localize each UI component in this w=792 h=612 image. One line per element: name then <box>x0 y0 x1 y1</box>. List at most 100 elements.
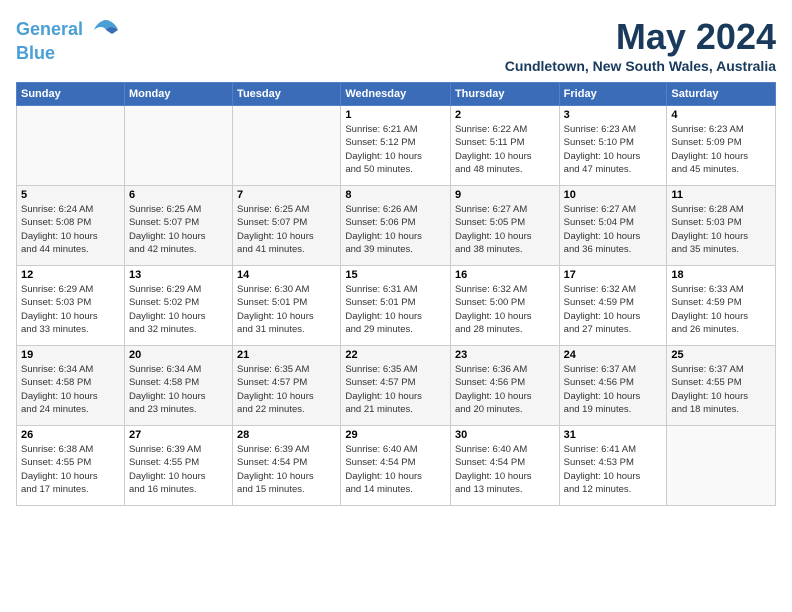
day-number: 7 <box>237 189 336 201</box>
day-number: 9 <box>455 189 555 201</box>
logo-bird-icon <box>92 16 120 44</box>
day-number: 23 <box>455 349 555 361</box>
header-row: SundayMondayTuesdayWednesdayThursdayFrid… <box>17 83 776 106</box>
day-number: 24 <box>564 349 663 361</box>
calendar-cell: 21Sunrise: 6:35 AMSunset: 4:57 PMDayligh… <box>233 346 341 426</box>
day-info: Sunrise: 6:24 AMSunset: 5:08 PMDaylight:… <box>21 203 120 256</box>
day-number: 5 <box>21 189 120 201</box>
day-info: Sunrise: 6:28 AMSunset: 5:03 PMDaylight:… <box>671 203 771 256</box>
day-number: 19 <box>21 349 120 361</box>
day-info: Sunrise: 6:29 AMSunset: 5:02 PMDaylight:… <box>129 283 228 336</box>
day-number: 2 <box>455 109 555 121</box>
calendar-cell <box>17 106 125 186</box>
day-info: Sunrise: 6:40 AMSunset: 4:54 PMDaylight:… <box>345 443 446 496</box>
header-day-saturday: Saturday <box>667 83 776 106</box>
day-number: 14 <box>237 269 336 281</box>
day-info: Sunrise: 6:34 AMSunset: 4:58 PMDaylight:… <box>129 363 228 416</box>
calendar-cell: 16Sunrise: 6:32 AMSunset: 5:00 PMDayligh… <box>450 266 559 346</box>
calendar-cell: 27 Sunrise: 6:39 AMSunset: 4:55 PMDayligh… <box>124 426 232 506</box>
day-info: Sunrise: 6:30 AMSunset: 5:01 PMDaylight:… <box>237 283 336 336</box>
calendar-cell: 30Sunrise: 6:40 AMSunset: 4:54 PMDayligh… <box>450 426 559 506</box>
header-day-wednesday: Wednesday <box>341 83 451 106</box>
title-area: May 2024 Cundletown, New South Wales, Au… <box>505 16 776 74</box>
day-number: 10 <box>564 189 663 201</box>
location-title: Cundletown, New South Wales, Australia <box>505 58 776 74</box>
calendar-cell: 19Sunrise: 6:34 AMSunset: 4:58 PMDayligh… <box>17 346 125 426</box>
header-day-tuesday: Tuesday <box>233 83 341 106</box>
calendar-cell: 25Sunrise: 6:37 AMSunset: 4:55 PMDayligh… <box>667 346 776 426</box>
day-info: Sunrise: 6:31 AMSunset: 5:01 PMDaylight:… <box>345 283 446 336</box>
week-row-5: 26 Sunrise: 6:38 AMSunset: 4:55 PMDayligh… <box>17 426 776 506</box>
day-number: 17 <box>564 269 663 281</box>
calendar-table: SundayMondayTuesdayWednesdayThursdayFrid… <box>16 82 776 506</box>
day-number: 25 <box>671 349 771 361</box>
day-number: 13 <box>129 269 228 281</box>
day-info: Sunrise: 6:36 AMSunset: 4:56 PMDaylight:… <box>455 363 555 416</box>
day-info: Sunrise: 6:32 AMSunset: 4:59 PMDaylight:… <box>564 283 663 336</box>
week-row-3: 12Sunrise: 6:29 AMSunset: 5:03 PMDayligh… <box>17 266 776 346</box>
week-row-2: 5 Sunrise: 6:24 AMSunset: 5:08 PMDaylight… <box>17 186 776 266</box>
logo: General Blue <box>16 16 120 64</box>
week-row-4: 19 Sunrise: 6:34 AMSunset: 4:58 PMDayligh… <box>17 346 776 426</box>
header-day-thursday: Thursday <box>450 83 559 106</box>
day-info: Sunrise: 6:23 AMSunset: 5:10 PMDaylight:… <box>564 123 663 176</box>
calendar-cell <box>667 426 776 506</box>
day-number: 30 <box>455 429 555 441</box>
day-info: Sunrise: 6:26 AMSunset: 5:06 PMDaylight:… <box>345 203 446 256</box>
day-info: Sunrise: 6:38 AMSunset: 4:55 PMDaylight:… <box>21 443 120 496</box>
day-number: 12 <box>21 269 120 281</box>
calendar-cell: 18 Sunrise: 6:33 AMSunset: 4:59 PMDayligh… <box>667 266 776 346</box>
day-info: Sunrise: 6:39 AMSunset: 4:55 PMDaylight:… <box>129 443 228 496</box>
day-number: 20 <box>129 349 228 361</box>
calendar-cell: 17 Sunrise: 6:32 AMSunset: 4:59 PMDayligh… <box>559 266 667 346</box>
calendar-cell: 2Sunrise: 6:22 AMSunset: 5:11 PMDaylight… <box>450 106 559 186</box>
calendar-cell: 24Sunrise: 6:37 AMSunset: 4:56 PMDayligh… <box>559 346 667 426</box>
day-number: 29 <box>345 429 446 441</box>
day-info: Sunrise: 6:39 AMSunset: 4:54 PMDaylight:… <box>237 443 336 496</box>
day-info: Sunrise: 6:35 AMSunset: 4:57 PMDaylight:… <box>345 363 446 416</box>
day-number: 1 <box>345 109 446 121</box>
calendar-cell: 6 Sunrise: 6:25 AMSunset: 5:07 PMDaylight… <box>124 186 232 266</box>
calendar-cell: 8Sunrise: 6:26 AMSunset: 5:06 PMDaylight… <box>341 186 451 266</box>
day-number: 22 <box>345 349 446 361</box>
calendar-cell: 5 Sunrise: 6:24 AMSunset: 5:08 PMDaylight… <box>17 186 125 266</box>
calendar-cell: 3 Sunrise: 6:23 AMSunset: 5:10 PMDaylight… <box>559 106 667 186</box>
day-info: Sunrise: 6:33 AMSunset: 4:59 PMDaylight:… <box>671 283 771 336</box>
day-info: Sunrise: 6:41 AMSunset: 4:53 PMDaylight:… <box>564 443 663 496</box>
calendar-cell <box>233 106 341 186</box>
calendar-cell: 4Sunrise: 6:23 AMSunset: 5:09 PMDaylight… <box>667 106 776 186</box>
day-info: Sunrise: 6:27 AMSunset: 5:04 PMDaylight:… <box>564 203 663 256</box>
day-info: Sunrise: 6:25 AMSunset: 5:07 PMDaylight:… <box>237 203 336 256</box>
calendar-cell: 13 Sunrise: 6:29 AMSunset: 5:02 PMDayligh… <box>124 266 232 346</box>
logo-general: General <box>16 19 83 39</box>
day-number: 28 <box>237 429 336 441</box>
day-number: 15 <box>345 269 446 281</box>
header-day-monday: Monday <box>124 83 232 106</box>
day-number: 6 <box>129 189 228 201</box>
calendar-cell: 14 Sunrise: 6:30 AMSunset: 5:01 PMDayligh… <box>233 266 341 346</box>
calendar-cell: 10 Sunrise: 6:27 AMSunset: 5:04 PMDayligh… <box>559 186 667 266</box>
calendar-cell: 9 Sunrise: 6:27 AMSunset: 5:05 PMDaylight… <box>450 186 559 266</box>
calendar-cell: 23 Sunrise: 6:36 AMSunset: 4:56 PMDayligh… <box>450 346 559 426</box>
calendar-cell: 11 Sunrise: 6:28 AMSunset: 5:03 PMDayligh… <box>667 186 776 266</box>
calendar-cell: 22 Sunrise: 6:35 AMSunset: 4:57 PMDayligh… <box>341 346 451 426</box>
calendar-cell: 12Sunrise: 6:29 AMSunset: 5:03 PMDayligh… <box>17 266 125 346</box>
day-info: Sunrise: 6:27 AMSunset: 5:05 PMDaylight:… <box>455 203 555 256</box>
day-number: 18 <box>671 269 771 281</box>
day-info: Sunrise: 6:25 AMSunset: 5:07 PMDaylight:… <box>129 203 228 256</box>
day-number: 3 <box>564 109 663 121</box>
calendar-cell: 20 Sunrise: 6:34 AMSunset: 4:58 PMDayligh… <box>124 346 232 426</box>
day-number: 16 <box>455 269 555 281</box>
day-number: 11 <box>671 189 771 201</box>
day-number: 21 <box>237 349 336 361</box>
day-number: 31 <box>564 429 663 441</box>
calendar-cell: 26 Sunrise: 6:38 AMSunset: 4:55 PMDayligh… <box>17 426 125 506</box>
day-number: 4 <box>671 109 771 121</box>
day-number: 26 <box>21 429 120 441</box>
month-title: May 2024 <box>505 16 776 58</box>
calendar-cell: 15 Sunrise: 6:31 AMSunset: 5:01 PMDayligh… <box>341 266 451 346</box>
header-day-friday: Friday <box>559 83 667 106</box>
logo-blue: Blue <box>16 43 55 63</box>
day-number: 27 <box>129 429 228 441</box>
calendar-cell: 31 Sunrise: 6:41 AMSunset: 4:53 PMDayligh… <box>559 426 667 506</box>
